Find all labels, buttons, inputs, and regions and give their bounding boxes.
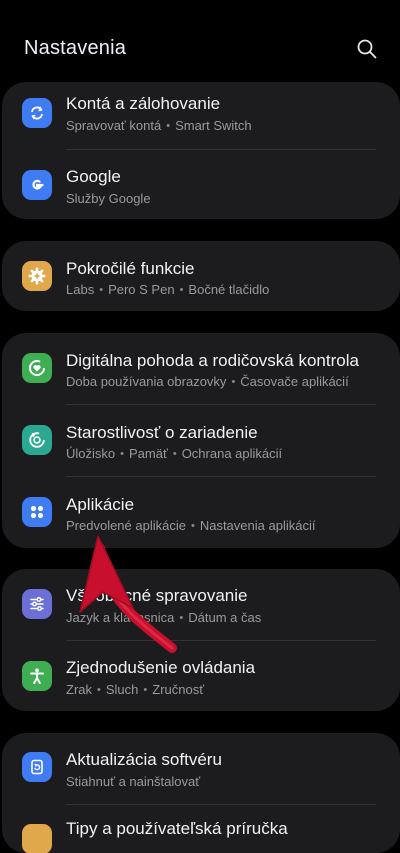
subtitle-part: Zručnosť xyxy=(152,682,205,697)
page-title: Nastavenia xyxy=(24,37,127,59)
item-label: Aplikácie xyxy=(66,495,135,514)
subtitle-part: Smart Switch xyxy=(175,118,252,133)
settings-item-accounts-backup[interactable]: Kontá a zálohovanie Spravovať kontá • Smar… xyxy=(2,82,400,150)
item-label: Pokročilé funkcie xyxy=(66,259,195,278)
item-label: Google xyxy=(66,167,121,186)
item-subtitle: Služby Google xyxy=(66,191,151,206)
subtitle-part: Predvolené aplikácie xyxy=(66,518,186,533)
item-label: Starostlivosť o zariadenie xyxy=(66,423,258,442)
subtitle-part: Časovače aplikácií xyxy=(240,374,349,389)
settings-item-tips[interactable]: Tipy a používateľská príručka xyxy=(2,805,400,853)
subtitle-part: Bočné tlačidlo xyxy=(188,282,270,297)
search-icon[interactable] xyxy=(356,38,378,60)
subtitle-part: Zrak xyxy=(66,682,92,697)
heart-circle-icon xyxy=(22,353,52,383)
settings-item-device-care[interactable]: Starostlivosť o zariadenie Úložisko • Pamä… xyxy=(2,405,400,477)
subtitle-part: Služby Google xyxy=(66,191,151,206)
header: Nastavenia xyxy=(0,0,400,82)
subtitle-part: Dátum a čas xyxy=(188,610,262,625)
settings-item-digital-wellbeing[interactable]: Digitálna pohoda a rodičovská kontrola D… xyxy=(2,333,400,405)
item-label: Všeobecné spravovanie xyxy=(66,586,248,605)
subtitle-part: Jazyk a klávesnica xyxy=(66,610,175,625)
gear-plus-icon xyxy=(22,261,52,291)
settings-item-google[interactable]: Google Služby Google xyxy=(2,150,400,219)
item-subtitle: Predvolené aplikácie • Nastavenia aplikáci… xyxy=(66,518,316,533)
subtitle-part: Úložisko xyxy=(66,446,116,461)
subtitle-part: Pero S Pen xyxy=(108,282,175,297)
settings-group-advanced: Pokročilé funkcie Labs • Pero S Pen • Bočné … xyxy=(2,241,400,311)
subtitle-part: Sluch xyxy=(105,682,139,697)
item-label: Aktualizácia softvéru xyxy=(66,750,222,769)
settings-group-general: Všeobecné spravovanie Jazyk a klávesnica… xyxy=(2,569,400,711)
settings-group-software: Aktualizácia softvéru Stiahnuť a nainšta… xyxy=(2,733,400,853)
subtitle-part: Stiahnuť a nainštalovať xyxy=(66,774,201,789)
sliders-icon xyxy=(22,589,52,619)
subtitle-part: Doba používania obrazovky xyxy=(66,374,227,389)
apps-grid-icon xyxy=(22,497,52,527)
settings-item-general-management[interactable]: Všeobecné spravovanie Jazyk a klávesnica… xyxy=(2,569,400,641)
update-icon xyxy=(22,752,52,782)
item-label: Zjednodušenie ovládania xyxy=(66,658,256,677)
item-label: Digitálna pohoda a rodičovská kontrola xyxy=(66,351,359,370)
item-subtitle: Stiahnuť a nainštalovať xyxy=(66,774,200,789)
settings-item-accessibility[interactable]: Zjednodušenie ovládania Zrak • Sluch • Zručn… xyxy=(2,641,400,711)
item-subtitle: Jazyk a klávesnica • Dátum a čas xyxy=(66,610,262,625)
item-subtitle: Spravovať kontá • Smart Switch xyxy=(66,118,252,133)
subtitle-part: Nastavenia aplikácií xyxy=(199,518,316,533)
settings-group-accounts: Kontá a zálohovanie Spravovať kontá • Smar… xyxy=(2,82,400,219)
subtitle-part: Ochrana aplikácií xyxy=(181,446,283,461)
item-label: Tipy a používateľská príručka xyxy=(66,819,288,838)
sync-icon xyxy=(22,98,52,128)
lightbulb-icon xyxy=(22,824,52,853)
subtitle-part: Spravovať kontá xyxy=(66,118,162,133)
subtitle-part: Labs xyxy=(66,282,95,297)
google-icon xyxy=(22,170,52,200)
item-subtitle: Zrak • Sluch • Zručnosť xyxy=(66,682,205,697)
item-subtitle: Labs • Pero S Pen • Bočné tlačidlo xyxy=(66,282,270,297)
item-subtitle: Úložisko • Pamäť • Ochrana aplikácií xyxy=(66,446,283,461)
accessibility-icon xyxy=(22,661,52,691)
subtitle-part: Pamäť xyxy=(128,446,168,461)
item-label: Kontá a zálohovanie xyxy=(66,94,221,113)
settings-item-advanced-features[interactable]: Pokročilé funkcie Labs • Pero S Pen • Bočné … xyxy=(2,241,400,311)
settings-group-device: Digitálna pohoda a rodičovská kontrola D… xyxy=(2,333,400,548)
item-subtitle: Doba používania obrazovky • Časovače aplik… xyxy=(66,374,349,389)
device-care-icon xyxy=(22,425,52,455)
settings-item-software-update[interactable]: Aktualizácia softvéru Stiahnuť a nainšta… xyxy=(2,733,400,805)
settings-item-apps[interactable]: Aplikácie Predvolené aplikácie • Nastaveni… xyxy=(2,477,400,548)
